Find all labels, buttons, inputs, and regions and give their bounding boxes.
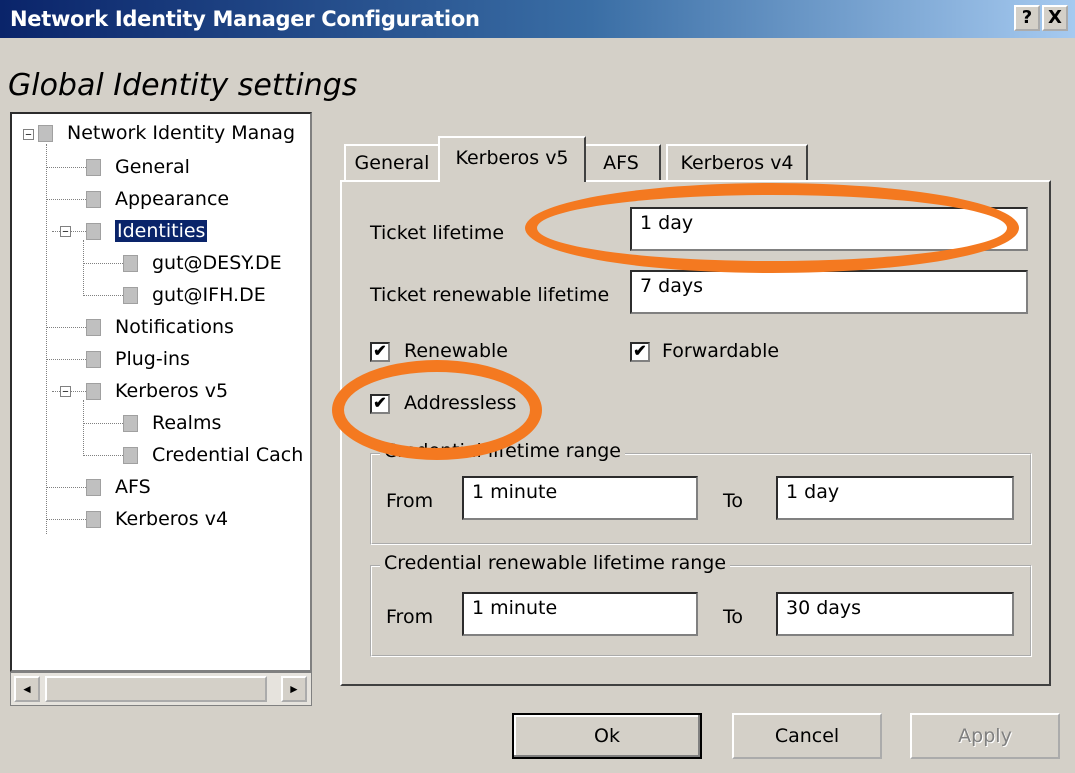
- node-icon: [86, 511, 101, 528]
- tab-afs[interactable]: AFS: [581, 144, 661, 180]
- tree-item-kerberos4[interactable]: Kerberos v4: [86, 504, 228, 534]
- node-icon: [123, 415, 138, 432]
- collapse-kerberos5-icon[interactable]: −: [60, 386, 71, 398]
- tree-item-gut-desy[interactable]: gut@DESY.DE: [123, 248, 282, 278]
- scroll-thumb[interactable]: [45, 676, 267, 702]
- from-label: From: [386, 490, 434, 512]
- tree-item-root[interactable]: Network Identity Manag: [38, 118, 295, 148]
- node-icon: [86, 319, 101, 336]
- tree-item-identities[interactable]: Identities: [86, 216, 208, 246]
- tree-item-realms[interactable]: Realms: [123, 408, 221, 438]
- ticket-lifetime-label: Ticket lifetime: [370, 222, 505, 244]
- close-button[interactable]: X: [1042, 5, 1068, 31]
- node-icon: [86, 223, 101, 240]
- tree-item-credential-cache[interactable]: Credential Cach: [123, 440, 303, 470]
- scroll-left-icon[interactable]: ◄: [14, 676, 40, 702]
- node-icon: [86, 191, 101, 208]
- ok-button[interactable]: Ok: [512, 713, 702, 759]
- help-button[interactable]: ?: [1014, 5, 1040, 31]
- scroll-right-icon[interactable]: ►: [281, 676, 307, 702]
- node-icon: [86, 383, 101, 400]
- collapse-identities-icon[interactable]: −: [60, 226, 71, 238]
- collapse-root-icon[interactable]: −: [23, 129, 34, 141]
- page-title: Global Identity settings: [8, 68, 358, 103]
- forwardable-label: Forwardable: [662, 340, 780, 362]
- renewable-from-field[interactable]: 1 minute: [462, 592, 698, 636]
- to-label: To: [723, 606, 744, 628]
- node-icon: [123, 447, 138, 464]
- tree-horizontal-scrollbar[interactable]: ◄ ►: [10, 672, 312, 706]
- ticket-renewable-label: Ticket renewable lifetime: [370, 284, 610, 306]
- node-icon: [123, 255, 138, 272]
- window-title: Network Identity Manager Configuration: [10, 7, 480, 31]
- apply-button[interactable]: Apply: [910, 713, 1060, 759]
- node-icon: [38, 125, 53, 142]
- renewable-checkbox[interactable]: ✔: [370, 342, 390, 362]
- node-icon: [86, 351, 101, 368]
- tree-item-appearance[interactable]: Appearance: [86, 184, 229, 214]
- renewable-to-field[interactable]: 30 days: [776, 592, 1014, 636]
- tree-item-gut-ifh[interactable]: gut@IFH.DE: [123, 280, 266, 310]
- node-icon: [123, 287, 138, 304]
- tab-kerberos4[interactable]: Kerberos v4: [666, 144, 808, 180]
- tab-general[interactable]: General: [344, 144, 440, 180]
- to-label: To: [723, 490, 744, 512]
- tree-item-afs[interactable]: AFS: [86, 472, 151, 502]
- cancel-button[interactable]: Cancel: [732, 713, 882, 759]
- highlight-oval-ticket-lifetime: [525, 183, 1019, 273]
- node-icon: [86, 159, 101, 176]
- ticket-renewable-field[interactable]: 7 days: [630, 270, 1028, 314]
- tab-kerberos5[interactable]: Kerberos v5: [438, 136, 586, 182]
- renewable-label: Renewable: [404, 340, 508, 362]
- tree-item-notifications[interactable]: Notifications: [86, 312, 234, 342]
- from-label: From: [386, 606, 434, 628]
- tree-item-general[interactable]: General: [86, 152, 190, 182]
- highlight-oval-addressless: [332, 360, 542, 460]
- title-bar: Network Identity Manager Configuration ?…: [0, 0, 1075, 38]
- credential-renewable-legend: Credential renewable lifetime range: [380, 552, 731, 574]
- forwardable-checkbox[interactable]: ✔: [630, 342, 650, 362]
- node-icon: [86, 479, 101, 496]
- credential-from-field[interactable]: 1 minute: [462, 476, 698, 520]
- credential-to-field[interactable]: 1 day: [776, 476, 1014, 520]
- settings-tree[interactable]: − − − Network Identity Manag General App…: [10, 112, 312, 672]
- tree-item-plugins[interactable]: Plug-ins: [86, 344, 190, 374]
- tree-item-kerberos5[interactable]: Kerberos v5: [86, 376, 228, 406]
